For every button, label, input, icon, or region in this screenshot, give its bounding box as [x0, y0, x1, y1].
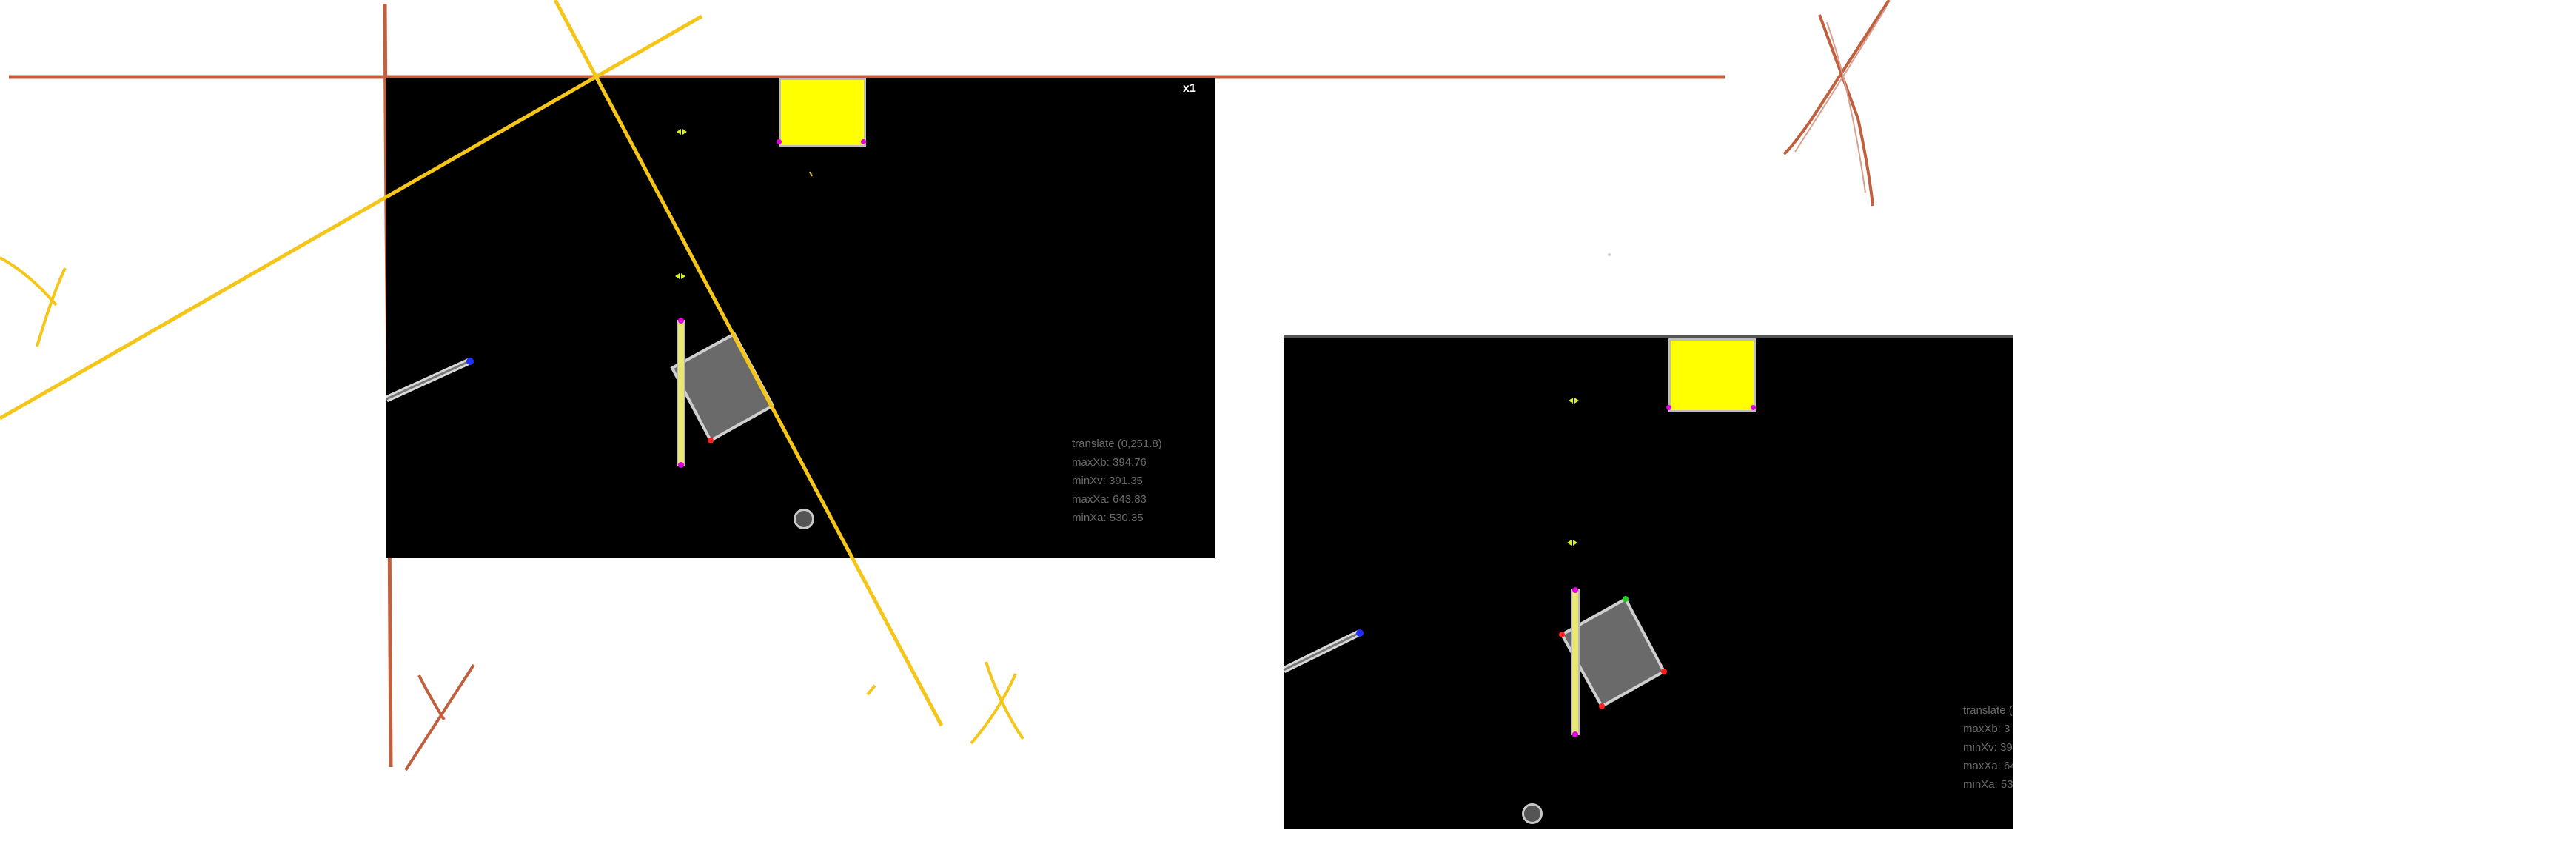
small-dot: [1608, 253, 1611, 256]
handwritten-x-yellow: [970, 661, 1024, 745]
yellow-diagonal-line: [553, 0, 944, 727]
sketch-layer-front: [0, 0, 1891, 771]
handwritten-y-yellow: [0, 256, 67, 347]
yellow-tick: [866, 684, 876, 696]
handwritten-x-brown: [1782, 0, 1891, 207]
handwritten-x-brown-faint: [1794, 7, 1887, 193]
handwritten-y-brown: [404, 663, 475, 771]
